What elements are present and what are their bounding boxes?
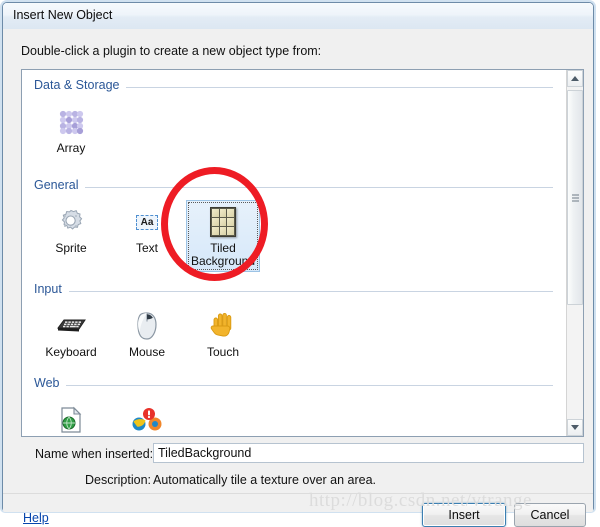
plugin-item-label: Keyboard (45, 345, 97, 359)
plugin-group-input: Input Keyboard Mouse Touch (22, 282, 567, 359)
page-globe-icon (54, 403, 88, 436)
scrollbar-grip-icon (572, 194, 579, 201)
group-header: Input (34, 282, 567, 300)
plugin-list-viewport: Data & Storage Array General Sprite Aa T… (22, 70, 567, 436)
group-header: Data & Storage (34, 78, 567, 96)
keyboard-icon (54, 309, 88, 343)
plugin-item-tiled-background[interactable]: Tiled Background (186, 200, 260, 272)
plugin-item-array[interactable]: Array (34, 100, 108, 159)
window-title: Insert New Object (13, 8, 113, 22)
plugin-item-label: Array (56, 141, 86, 155)
group-header: General (34, 178, 567, 196)
group-items: Keyboard Mouse Touch (34, 304, 262, 363)
array-spheres-icon (54, 105, 88, 139)
text-aa-icon: Aa (130, 205, 164, 239)
group-title: Data & Storage (34, 78, 127, 92)
chevron-up-icon (571, 76, 579, 81)
plugin-item-label: Touch (206, 345, 240, 359)
plugin-item-label: Mouse (128, 345, 166, 359)
footer-divider (3, 493, 593, 494)
group-items: Sprite Aa Text Tiled Background (34, 200, 262, 272)
plugin-item-label: Text (135, 241, 158, 255)
help-link[interactable]: Help (23, 511, 49, 525)
plugin-item-label: Sprite (55, 241, 87, 255)
plugin-item-keyboard[interactable]: Keyboard (34, 304, 108, 363)
dialog-body: Double-click a plugin to create a new ob… (3, 29, 593, 527)
plugin-item-touch[interactable]: Touch (186, 304, 260, 363)
name-field-label: Name when inserted: (35, 447, 154, 461)
scroll-down-button[interactable] (567, 419, 583, 436)
plugin-item-browser-page[interactable] (34, 398, 108, 436)
group-items: Array (34, 100, 110, 159)
plugin-item-browsers[interactable] (110, 398, 184, 436)
plugin-item-label: Tiled Background (190, 241, 256, 268)
plugin-group-web: Web (22, 376, 567, 433)
insert-new-object-dialog: Insert New Object Double-click a plugin … (2, 2, 594, 527)
cancel-button[interactable]: Cancel (514, 503, 586, 527)
group-header: Web (34, 376, 567, 394)
title-bar: Insert New Object (3, 3, 593, 29)
hand-touch-icon (206, 309, 240, 343)
chevron-down-icon (571, 425, 579, 430)
prompt-label: Double-click a plugin to create a new ob… (21, 44, 322, 58)
group-title: Input (34, 282, 69, 296)
plugin-group-general: General Sprite Aa Text Tiled Background (22, 178, 567, 272)
name-input[interactable] (153, 443, 584, 463)
tiled-grid-icon (206, 205, 240, 239)
plugin-item-mouse[interactable]: Mouse (110, 304, 184, 363)
description-value: Automatically tile a texture over an are… (153, 473, 377, 487)
mouse-icon (130, 309, 164, 343)
plugin-item-text[interactable]: Aa Text (110, 200, 184, 259)
group-divider (34, 187, 553, 188)
insert-button[interactable]: Insert (422, 503, 506, 527)
group-title: Web (34, 376, 67, 390)
browsers-icon (130, 403, 164, 436)
scroll-up-button[interactable] (567, 70, 583, 87)
gear-icon (54, 205, 88, 239)
scrollbar-thumb[interactable] (567, 90, 583, 305)
description-label: Description: (85, 473, 151, 487)
plugin-item-sprite[interactable]: Sprite (34, 200, 108, 259)
plugin-list-panel: Data & Storage Array General Sprite Aa T… (21, 69, 584, 437)
plugin-group-data-storage: Data & Storage Array (22, 78, 567, 155)
group-divider (34, 385, 553, 386)
list-scrollbar[interactable] (566, 70, 583, 436)
group-items (34, 398, 186, 436)
group-divider (34, 291, 553, 292)
group-title: General (34, 178, 86, 192)
